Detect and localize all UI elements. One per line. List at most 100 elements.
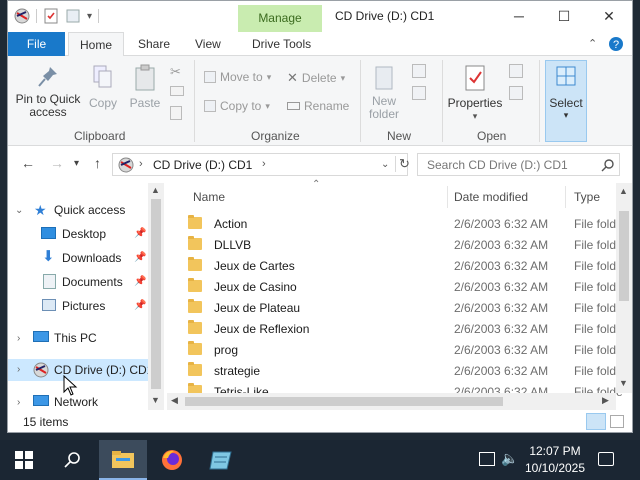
file-list-scrollbar[interactable]: ▲ ▼ [616, 183, 632, 393]
search-input[interactable]: Search CD Drive (D:) CD1 [417, 153, 620, 176]
scroll-right-icon[interactable]: ▶ [602, 395, 609, 406]
table-row[interactable]: Action 2/6/2003 6:32 AM File folde [167, 214, 623, 235]
network-status-icon[interactable] [479, 452, 495, 466]
paste-button[interactable]: Paste [126, 64, 164, 110]
address-dropdown-icon[interactable]: ⌄ [381, 159, 389, 170]
horizontal-scrollbar[interactable]: ◀ ▶ [167, 393, 616, 410]
column-divider[interactable] [565, 186, 566, 208]
nav-item-desktop[interactable]: Desktop 📌 [8, 223, 148, 245]
nav-item-quick-access[interactable]: ★ Quick access [8, 199, 148, 221]
breadcrumb-chevron-icon[interactable]: › [262, 158, 266, 170]
nav-label: This PC [54, 331, 97, 345]
column-divider[interactable] [447, 186, 448, 208]
svg-text:?: ? [613, 39, 619, 51]
select-button[interactable]: Select ▾ [545, 60, 587, 142]
pin-icon[interactable]: 📌 [134, 276, 146, 287]
tab-view[interactable]: View [185, 32, 231, 56]
nav-item-documents[interactable]: Documents 📌 [8, 271, 148, 293]
breadcrumb[interactable]: CD Drive (D:) CD1 [153, 158, 252, 172]
file-name: Jeux de Casino [214, 280, 297, 294]
new-item-icon[interactable] [412, 64, 426, 78]
horizontal-scroll-thumb[interactable] [185, 397, 503, 406]
new-folder-button[interactable]: New folder [362, 64, 406, 121]
paste-shortcut-icon[interactable] [170, 106, 182, 120]
table-row[interactable]: Jeux de Reflexion 2/6/2003 6:32 AM File fo… [167, 319, 623, 340]
copy-path-icon[interactable] [170, 86, 184, 96]
qat-dropdown-icon[interactable]: ▾ [87, 11, 92, 22]
start-button[interactable] [0, 440, 48, 480]
collapse-ribbon-icon[interactable]: ⌃ [588, 37, 597, 50]
scroll-up-icon[interactable]: ▲ [619, 186, 628, 196]
breadcrumb-chevron-icon[interactable]: › [139, 158, 143, 170]
scroll-down-icon[interactable]: ▼ [151, 395, 160, 405]
address-bar[interactable]: › CD Drive (D:) CD1 › ⌄ ↻ [112, 153, 410, 176]
taskbar: 🔈 12:07 PM 10/10/2025 [0, 440, 640, 480]
open-icon[interactable] [509, 64, 523, 78]
rename-button[interactable]: Rename [287, 99, 349, 113]
pin-quick-access-label: Pin to Quick access [15, 92, 81, 119]
table-row[interactable]: DLLVB 2/6/2003 6:32 AM File folde [167, 235, 623, 256]
expand-cd-drive-icon[interactable]: › [17, 364, 20, 375]
scroll-left-icon[interactable]: ◀ [171, 395, 178, 406]
close-button[interactable]: ✕ [588, 5, 630, 27]
column-header-type[interactable]: Type [574, 190, 600, 204]
volume-muted-icon[interactable]: 🔈 [501, 450, 518, 467]
refresh-icon[interactable]: ↻ [395, 156, 410, 172]
recent-locations-icon[interactable]: ▾ [74, 158, 79, 169]
new-folder-qat-icon[interactable] [65, 8, 81, 24]
select-label: Select [549, 96, 583, 110]
properties-button[interactable]: Properties ▾ [446, 64, 504, 123]
move-to-button[interactable]: Move to ▾ [204, 70, 271, 84]
properties-check-icon[interactable] [43, 8, 59, 24]
edit-icon[interactable] [509, 86, 523, 100]
cut-icon[interactable]: ✂ [170, 64, 181, 80]
cd-drive-icon[interactable] [14, 8, 30, 24]
nav-pane-scrollbar[interactable]: ▲ ▼ [148, 183, 164, 410]
nav-item-downloads[interactable]: ⬇ Downloads 📌 [8, 247, 148, 269]
folder-icon [188, 341, 202, 355]
tab-manage[interactable]: Manage [238, 5, 322, 32]
search-button[interactable] [48, 440, 96, 480]
tab-drive-tools[interactable]: Drive Tools [242, 32, 321, 56]
column-header-name[interactable]: Name [193, 190, 225, 204]
forward-arrow-icon[interactable]: → [50, 155, 64, 171]
easy-access-icon[interactable] [412, 86, 426, 100]
scroll-down-icon[interactable]: ▼ [619, 378, 628, 388]
delete-button[interactable]: ✕ Delete ▾ [287, 70, 345, 86]
pin-icon[interactable]: 📌 [134, 228, 146, 239]
file-list: ⌃ Name Date modified Type Action 2/6/2003… [167, 179, 632, 410]
tab-home[interactable]: Home [68, 32, 124, 56]
file-explorer-taskbar-button[interactable] [99, 440, 147, 480]
firefox-taskbar-button[interactable] [148, 440, 196, 480]
nav-item-pictures[interactable]: Pictures 📌 [8, 295, 148, 317]
tab-share[interactable]: Share [128, 32, 180, 56]
scroll-up-icon[interactable]: ▲ [151, 185, 160, 195]
table-row[interactable]: Jeux de Plateau 2/6/2003 6:32 AM File fold… [167, 298, 623, 319]
help-icon[interactable]: ? [608, 36, 624, 52]
table-row[interactable]: strategie 2/6/2003 6:32 AM File folde [167, 361, 623, 382]
back-arrow-icon[interactable]: ← [21, 155, 35, 171]
nav-scroll-thumb[interactable] [151, 199, 161, 389]
table-row[interactable]: prog 2/6/2003 6:32 AM File folde [167, 340, 623, 361]
nav-item-cd-drive[interactable]: › CD Drive (D:) CD1 [8, 359, 153, 381]
large-icons-view-icon[interactable] [610, 415, 624, 428]
pin-icon[interactable]: 📌 [134, 300, 146, 311]
minimize-button[interactable]: ─ [498, 5, 540, 27]
table-row[interactable]: Jeux de Cartes 2/6/2003 6:32 AM File folde [167, 256, 623, 277]
copy-to-icon [204, 100, 216, 112]
clock[interactable]: 12:07 PM 10/10/2025 [520, 443, 590, 477]
file-scroll-thumb[interactable] [619, 211, 629, 301]
column-header-date[interactable]: Date modified [454, 190, 528, 204]
table-row[interactable]: Jeux de Casino 2/6/2003 6:32 AM File folde [167, 277, 623, 298]
nav-item-this-pc[interactable]: This PC [8, 327, 148, 349]
app-taskbar-button[interactable] [197, 440, 245, 480]
details-view-icon[interactable] [586, 413, 606, 430]
pin-icon[interactable]: 📌 [134, 252, 146, 263]
action-center-icon[interactable] [598, 452, 614, 466]
tab-file[interactable]: File [8, 32, 65, 56]
copy-button[interactable]: Copy [86, 64, 120, 110]
pin-quick-access-button[interactable]: Pin to Quick access [12, 64, 84, 119]
up-arrow-icon[interactable]: ↑ [94, 155, 101, 171]
maximize-button[interactable]: ☐ [543, 5, 585, 27]
copy-to-button[interactable]: Copy to ▾ [204, 99, 270, 113]
